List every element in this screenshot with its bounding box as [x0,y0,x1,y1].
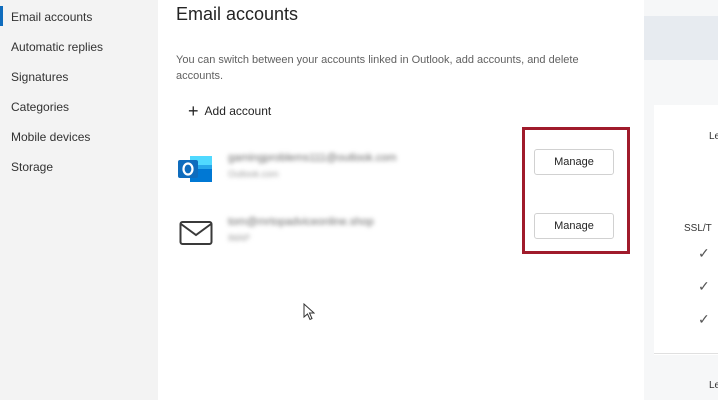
nav-item-signatures[interactable]: Signatures [11,70,68,84]
email-accounts-panel: Email accounts You can switch between yo… [158,0,644,400]
background-card: Le SSL/T ✓ ✓ ✓ [654,105,718,355]
highlight-annotation-box [522,127,630,254]
background-page: Le SSL/T ✓ ✓ ✓ Le [644,0,718,400]
background-label: Le [709,131,718,142]
checkmark-icon: ✓ [698,311,710,327]
checkmark-icon: ✓ [698,245,710,261]
mouse-cursor-icon [303,302,316,326]
active-nav-indicator [0,6,3,26]
settings-nav: Email accounts Automatic replies Signatu… [0,0,158,400]
nav-item-storage[interactable]: Storage [11,160,53,174]
nav-item-mobile-devices[interactable]: Mobile devices [11,130,90,144]
panel-description: You can switch between your accounts lin… [176,54,579,82]
add-account-label: Add account [204,104,272,118]
mail-envelope-icon [179,220,213,251]
nav-item-categories[interactable]: Categories [11,100,69,114]
plus-icon: + [188,101,199,121]
background-label: SSL/T [684,223,712,234]
checkmark-icon: ✓ [698,278,710,294]
background-header [644,16,718,60]
account-type: IMAP [228,233,251,243]
account-item: gamingproblems111@outlook.com Outlook.co… [228,152,397,179]
account-email: tom@mrtopadviceonline.shop [228,216,374,228]
nav-item-automatic-replies[interactable]: Automatic replies [11,40,103,54]
divider [654,353,718,354]
account-email: gamingproblems111@outlook.com [228,152,397,164]
nav-item-email-accounts[interactable]: Email accounts [11,10,92,24]
add-account-button[interactable]: + Add account [188,101,271,121]
outlook-icon [178,154,214,189]
page-title: Email accounts [176,4,299,24]
account-type: Outlook.com [228,169,279,179]
background-label: Le [709,380,718,391]
account-item: tom@mrtopadviceonline.shop IMAP [228,216,374,243]
